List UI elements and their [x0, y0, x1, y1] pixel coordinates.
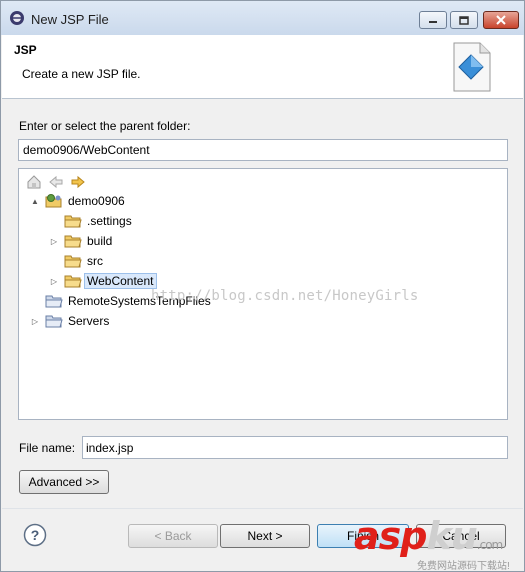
aspku-logo: aspku.com 免费网站源码下载站! [354, 514, 524, 572]
tree-item-label: src [87, 254, 103, 268]
svg-text:?: ? [31, 527, 40, 543]
forward-arrow-icon[interactable] [69, 173, 87, 191]
collapsed-arrow-icon[interactable]: ▷ [48, 235, 60, 247]
collapsed-arrow-icon[interactable]: ▷ [29, 315, 41, 327]
minimize-button[interactable] [419, 11, 447, 29]
web-project-icon [45, 194, 62, 208]
tree-item-src[interactable]: src [48, 251, 106, 271]
tree-item-label: demo0906 [68, 194, 125, 208]
tree-item-webcontent[interactable]: ▷ WebContent [48, 271, 157, 291]
wizard-description: Create a new JSP file. [22, 67, 141, 81]
folder-icon [64, 255, 82, 268]
tree-item-demo0906[interactable]: ▲ demo0906 [29, 191, 128, 211]
close-icon [496, 15, 506, 25]
tree-item-label: .settings [87, 214, 132, 228]
advanced-button[interactable]: Advanced >> [19, 470, 109, 494]
maximize-icon [459, 15, 469, 25]
logo-text: aspku.com [354, 514, 503, 558]
project-folder-icon [45, 295, 63, 308]
back-arrow-icon[interactable] [47, 173, 65, 191]
collapsed-arrow-icon[interactable]: ▷ [48, 275, 60, 287]
wizard-title: JSP [14, 43, 37, 57]
tree-item-label: build [87, 234, 113, 248]
window-title: New JSP File [31, 12, 109, 27]
folder-icon [64, 235, 82, 248]
title-bar[interactable]: New JSP File [1, 1, 524, 35]
maximize-button[interactable] [450, 11, 478, 29]
wizard-banner: JSP Create a new JSP file. [2, 35, 523, 99]
parent-folder-input[interactable] [18, 139, 508, 161]
project-folder-icon [45, 315, 63, 328]
minimize-icon [429, 21, 437, 23]
tree-item-label: WebContent [84, 273, 157, 289]
jsp-file-wizard-icon [453, 42, 491, 92]
file-name-input[interactable] [82, 436, 508, 459]
folder-icon [64, 215, 82, 228]
watermark-text: http://blog.csdn.net/HoneyGirls [151, 288, 419, 304]
file-name-label: File name: [19, 441, 76, 455]
expanded-arrow-icon[interactable]: ▲ [29, 195, 41, 207]
tree-item-label: Servers [68, 314, 110, 328]
divider [2, 508, 523, 509]
folder-tree[interactable]: ▲ demo0906 .settings ▷ build src ▷ WebCo… [18, 168, 508, 420]
tree-item-build[interactable]: ▷ build [48, 231, 115, 251]
logo-subtitle: 免费网站源码下载站! [417, 561, 510, 572]
tree-item-servers[interactable]: ▷ Servers [29, 311, 112, 331]
eclipse-icon [10, 11, 24, 25]
parent-folder-label: Enter or select the parent folder: [19, 119, 191, 133]
help-icon[interactable]: ? [23, 523, 47, 547]
home-icon[interactable] [25, 173, 43, 191]
back-button[interactable]: < Back [128, 524, 218, 548]
folder-icon [64, 275, 82, 288]
new-jsp-file-dialog: New JSP File JSP Create a new JSP file. … [0, 0, 525, 572]
tree-item-settings[interactable]: .settings [48, 211, 135, 231]
next-button[interactable]: Next > [220, 524, 310, 548]
close-button[interactable] [483, 11, 519, 29]
